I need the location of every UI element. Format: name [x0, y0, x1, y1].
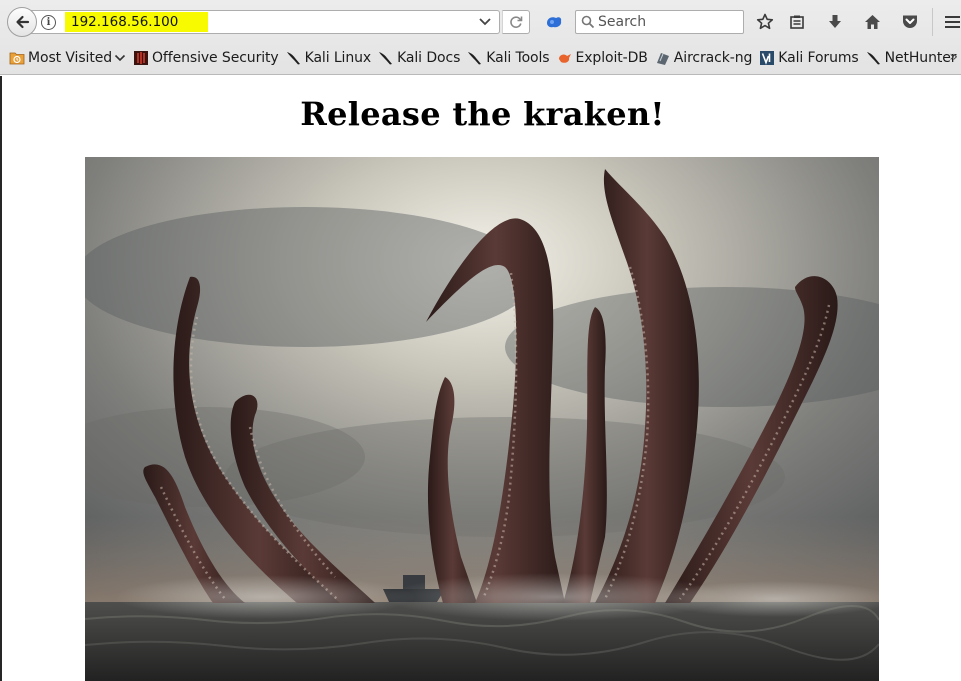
home-icon [864, 15, 880, 29]
exploit-db-icon [558, 54, 571, 63]
bookmark-label: Kali Linux [304, 50, 372, 66]
clipboard-icon [790, 15, 804, 29]
info-icon[interactable]: i [41, 15, 56, 30]
bookmark-exploit-db[interactable]: Exploit-DB [557, 46, 648, 70]
bookmark-label: Offensive Security [152, 50, 279, 66]
bookmark-most-visited[interactable]: Most Visited [9, 46, 126, 70]
reading-list-button[interactable] [785, 10, 809, 34]
downloads-button[interactable] [823, 10, 847, 34]
bookmark-label: Exploit-DB [575, 50, 648, 66]
kali-dragon-icon [286, 52, 300, 65]
bookmark-kali-forums[interactable]: Kali Forums [759, 46, 859, 70]
hamburger-menu-icon [945, 16, 960, 28]
bookmark-label: Kali Forums [778, 50, 859, 66]
magnifier-icon [581, 15, 595, 29]
bookmark-label: Aircrack-ng [673, 50, 753, 66]
folder-icon [9, 52, 25, 65]
bookmark-star-button[interactable] [753, 10, 777, 34]
aircrack-icon [656, 53, 669, 65]
reload-button[interactable] [502, 10, 530, 34]
kali-forums-icon [760, 51, 775, 65]
chevron-down-icon [114, 54, 126, 62]
reload-icon [510, 16, 523, 28]
bookmark-label: Most Visited [28, 50, 113, 66]
home-button[interactable] [860, 10, 884, 34]
kali-dragon-icon [866, 52, 880, 65]
bookmark-kali-tools[interactable]: Kali Tools [467, 46, 550, 70]
chevron-down-icon[interactable] [477, 14, 493, 30]
bookmarks-toolbar: Most Visited Offensive Security Kali Lin… [0, 44, 961, 72]
kraken-image [85, 157, 879, 681]
kali-dragon-icon [379, 52, 393, 65]
back-arrow-icon [16, 15, 30, 29]
pocket-icon [903, 15, 917, 28]
search-box[interactable] [575, 10, 744, 34]
url-text[interactable]: 192.168.56.100 [65, 12, 208, 32]
bookmark-aircrack-ng[interactable]: Aircrack-ng [655, 46, 752, 70]
bookmark-kali-docs[interactable]: Kali Docs [378, 46, 460, 70]
kali-dragon-icon [468, 52, 482, 65]
star-icon [756, 13, 774, 30]
bookmark-kali-linux[interactable]: Kali Linux [286, 46, 371, 70]
search-input[interactable] [598, 13, 738, 31]
toolbar-separator [932, 8, 933, 36]
bookmark-label: Kali Tools [486, 50, 550, 66]
menu-button[interactable] [940, 10, 961, 34]
bookmark-label: Kali Docs [397, 50, 461, 66]
address-bar[interactable]: i 192.168.56.100 [30, 10, 500, 34]
offsec-icon [134, 51, 149, 65]
download-arrow-icon [829, 15, 841, 28]
browser-chrome: i 192.168.56.100 Search Most Visited Off… [0, 0, 961, 75]
pocket-button[interactable] [898, 10, 922, 34]
back-button[interactable] [7, 7, 37, 37]
bookmarks-overflow-button[interactable]: » [949, 49, 958, 65]
page-content: Release the kraken! [0, 76, 961, 681]
navigation-toolbar: i 192.168.56.100 [0, 0, 961, 42]
page-title: Release the kraken! [300, 95, 665, 133]
bookmark-label: NetHunter [884, 50, 957, 66]
search-engine-icon[interactable] [544, 13, 564, 31]
bookmark-nethunter[interactable]: NetHunter [866, 46, 957, 70]
bookmark-offensive-security[interactable]: Offensive Security [133, 46, 279, 70]
